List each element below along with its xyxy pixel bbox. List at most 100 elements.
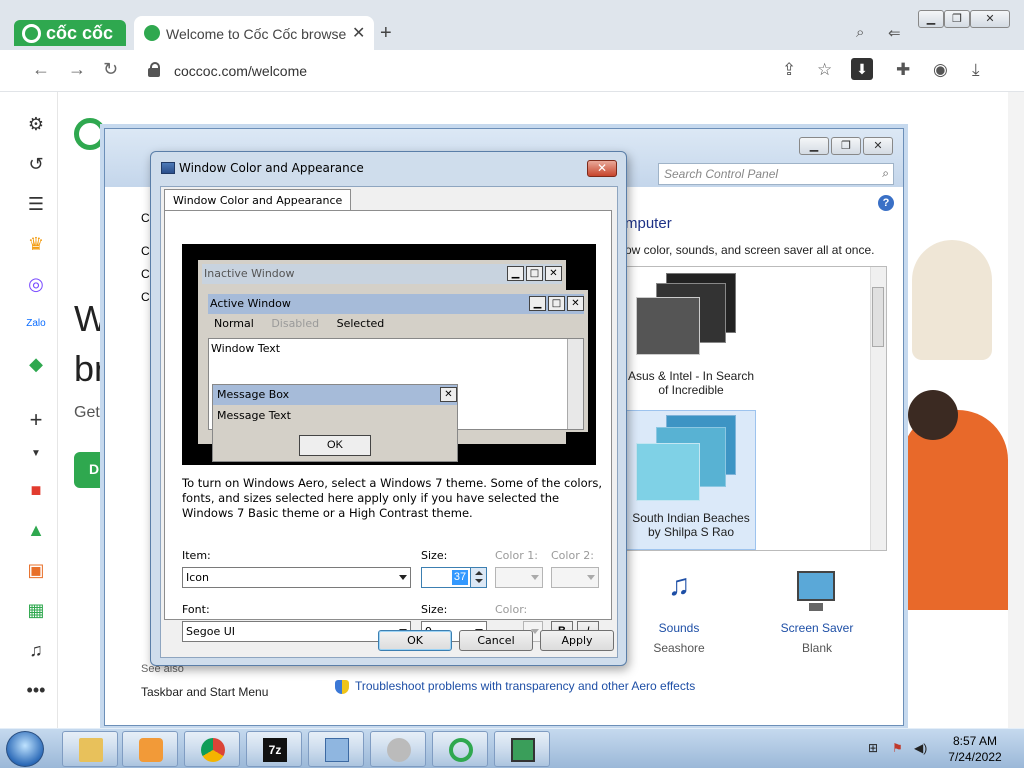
- dialog-close-button[interactable]: ✕: [587, 160, 617, 177]
- taskbar-coccoc[interactable]: [432, 731, 488, 767]
- cp-minimize-button[interactable]: ▁: [799, 137, 829, 155]
- media-player-icon: [139, 738, 163, 762]
- folder-icon: [79, 738, 103, 762]
- cp-restore-button[interactable]: ❐: [831, 137, 861, 155]
- browser-close-button[interactable]: ✕: [970, 10, 1010, 28]
- shopping-icon[interactable]: ■: [24, 478, 48, 502]
- network-icon[interactable]: ⊞: [868, 741, 878, 755]
- color1-picker[interactable]: [495, 567, 543, 588]
- tab-welcome[interactable]: Welcome to Cốc Cốc browse ✕: [134, 16, 374, 50]
- taskbar-chrome[interactable]: [184, 731, 240, 767]
- troubleshoot-link[interactable]: Troubleshoot problems with transparency …: [335, 679, 695, 694]
- bell-icon[interactable]: ♫: [24, 638, 48, 662]
- taskbar-7zip[interactable]: 7z: [246, 731, 302, 767]
- preview-message-box[interactable]: Message Box ✕ Message Text OK: [212, 384, 458, 462]
- cart-icon[interactable]: ▣: [24, 558, 48, 582]
- taskbar: 7z ⊞ ⚑ ◀) 8:57 AM 7/24/2022: [0, 728, 1024, 768]
- taskbar-control-panel[interactable]: [308, 731, 364, 767]
- promo-photo: [902, 240, 1008, 680]
- crown-icon[interactable]: ♛: [24, 232, 48, 256]
- ok-button[interactable]: OK: [378, 630, 452, 651]
- downloads-icon[interactable]: ⤓: [972, 60, 980, 80]
- add-sidebar-item-icon[interactable]: +: [24, 408, 48, 432]
- savior-download-icon[interactable]: ⬇: [851, 58, 873, 80]
- display-icon: [161, 162, 175, 174]
- dialog-body: Window Color and Appearance Inactive Win…: [160, 186, 618, 658]
- item-select[interactable]: Icon: [182, 567, 411, 588]
- page-scrollbar[interactable]: [1008, 92, 1024, 728]
- cp-left-link[interactable]: C: [141, 207, 150, 230]
- history-icon[interactable]: ↺: [24, 152, 48, 176]
- color2-label: Color 2:: [551, 549, 594, 562]
- profile-icon[interactable]: ◉: [933, 60, 948, 80]
- back-button[interactable]: ←: [32, 59, 50, 80]
- color2-picker[interactable]: [551, 567, 599, 588]
- messenger-icon[interactable]: ◎: [24, 272, 48, 296]
- taskbar-display[interactable]: [494, 731, 550, 767]
- size-stepper[interactable]: 37: [421, 567, 487, 588]
- font-select[interactable]: Segoe UI: [182, 621, 411, 642]
- cp-left-links: C C C C: [141, 207, 150, 309]
- share-icon[interactable]: ⇪: [782, 60, 796, 80]
- appearance-preview[interactable]: Inactive Window ▁ □ ✕ Active Window ▁ □ ✕ No…: [182, 244, 596, 465]
- cp-close-button[interactable]: ✕: [863, 137, 893, 155]
- action-center-flag-icon[interactable]: ⚑: [892, 741, 903, 755]
- menu-disabled[interactable]: Disabled: [271, 317, 319, 330]
- reload-button[interactable]: ↻: [103, 59, 118, 80]
- preview-scrollbar[interactable]: [567, 339, 583, 429]
- cp-left-link[interactable]: C: [141, 240, 150, 263]
- start-button[interactable]: [6, 731, 44, 767]
- themes-scrollbar[interactable]: [870, 267, 886, 550]
- search-icon[interactable]: ⌕: [882, 166, 889, 181]
- page-logo: [74, 118, 106, 150]
- lock-icon[interactable]: [148, 62, 160, 77]
- more-icon[interactable]: •••: [24, 678, 48, 702]
- sounds-setting[interactable]: ♫ Sounds Seashore: [629, 569, 729, 655]
- forward-button[interactable]: →: [68, 59, 86, 80]
- extensions-icon[interactable]: ✚: [896, 60, 910, 80]
- search-tabs-icon[interactable]: ⌕: [856, 24, 864, 41]
- taskbar-media-player[interactable]: [122, 731, 178, 767]
- bookmark-star-icon[interactable]: ☆: [817, 60, 832, 80]
- grid-app-icon[interactable]: ▦: [24, 598, 48, 622]
- taskbar-speaker[interactable]: [370, 731, 426, 767]
- themes-scroll-thumb[interactable]: [872, 287, 884, 347]
- browser-minimize-button[interactable]: ▁: [918, 10, 944, 28]
- sounds-value: Seashore: [653, 641, 705, 655]
- reading-list-icon[interactable]: ☰: [24, 192, 48, 216]
- chevron-down-icon[interactable]: ▼: [24, 442, 48, 466]
- active-titlebar[interactable]: Active Window ▁ □ ✕: [208, 294, 584, 314]
- cancel-button[interactable]: Cancel: [459, 630, 533, 651]
- theme-asus-intel[interactable]: Asus & Intel - In Search of Incredible: [626, 273, 756, 397]
- coccoc-brand-button[interactable]: cốc cốc: [14, 20, 126, 46]
- settings-gear-icon[interactable]: ⚙: [24, 112, 48, 136]
- system-clock[interactable]: 8:57 AM 7/24/2022: [940, 733, 1010, 765]
- back-arrow-icon[interactable]: ⇐: [888, 24, 901, 42]
- tab-close-icon[interactable]: ✕: [352, 23, 365, 43]
- tab-window-color[interactable]: Window Color and Appearance: [164, 189, 352, 211]
- spin-arrows-icon[interactable]: [470, 568, 486, 587]
- menu-normal[interactable]: Normal: [214, 317, 254, 330]
- game-icon[interactable]: ◆: [24, 352, 48, 376]
- help-icon[interactable]: ?: [878, 195, 894, 211]
- new-tab-button[interactable]: +: [380, 22, 392, 45]
- address-bar[interactable]: coccoc.com/welcome: [140, 56, 760, 86]
- taskbar-start-menu-link[interactable]: Taskbar and Start Menu: [141, 685, 268, 699]
- screensaver-setting[interactable]: Screen Saver Blank: [767, 569, 867, 655]
- cp-left-link[interactable]: C: [141, 263, 150, 286]
- apply-button[interactable]: Apply: [540, 630, 614, 651]
- cp-left-link[interactable]: C: [141, 286, 150, 309]
- msgbox-ok-button[interactable]: OK: [299, 435, 371, 456]
- education-icon[interactable]: ▲: [24, 518, 48, 542]
- taskbar-explorer[interactable]: [62, 731, 118, 767]
- browser-restore-button[interactable]: ❐: [944, 10, 970, 28]
- speaker-icon: [387, 738, 411, 762]
- menu-selected[interactable]: Selected: [337, 317, 385, 330]
- url-text: coccoc.com/welcome: [174, 63, 308, 79]
- theme-south-indian-beaches[interactable]: South Indian Beaches by Shilpa S Rao: [626, 410, 756, 550]
- volume-icon[interactable]: ◀): [914, 741, 927, 755]
- inactive-titlebar[interactable]: Inactive Window ▁ □ ✕: [202, 264, 562, 284]
- zalo-icon[interactable]: Zalo: [24, 312, 48, 336]
- msgbox-titlebar[interactable]: Message Box ✕: [213, 385, 457, 405]
- search-control-panel-input[interactable]: Search Control Panel ⌕: [658, 163, 894, 185]
